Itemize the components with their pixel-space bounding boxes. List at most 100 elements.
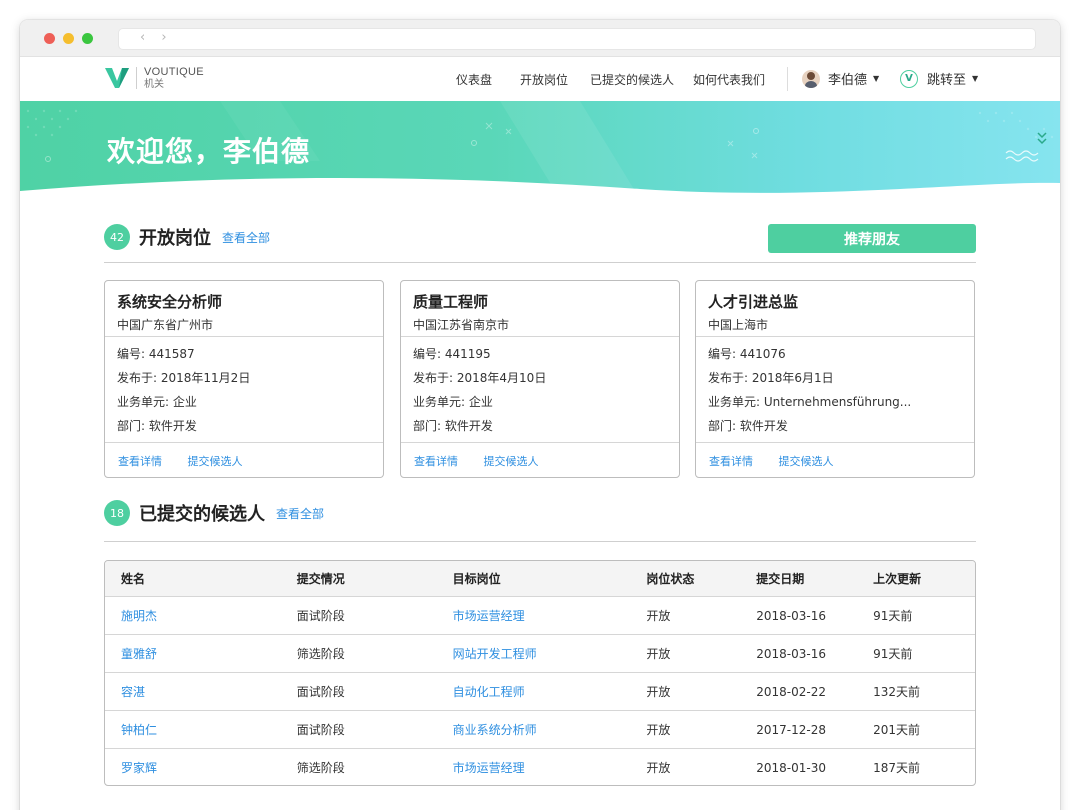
submit-candidate-link[interactable]: 提交候选人 [484,455,539,468]
close-window-button[interactable] [44,33,55,44]
view-details-link[interactable]: 查看详情 [414,455,458,468]
job-card-details: 编号: 441587 发布于: 2018年11月2日 业务单元: 企业 部门: … [105,337,383,443]
job-card-details: 编号: 441195 发布于: 2018年4月10日 业务单元: 企业 部门: … [401,337,679,443]
candidate-name-link[interactable]: 钟柏仁 [105,721,281,738]
job-id: 441195 [444,347,491,361]
table-row: 童雅舒 筛选阶段 网站开发工程师 开放 2018-03-16 91天前 [105,634,975,672]
job-id-row: 编号: 441195 [413,345,667,369]
target-job-link[interactable]: 市场运营经理 [437,607,631,624]
chevron-down-icon: ▼ [873,74,880,83]
job-dept: 软件开发 [739,419,788,433]
welcome-banner: 欢迎您，李伯德 [20,101,1060,199]
user-menu[interactable]: 李伯德 ▼ [802,69,879,88]
job-card: 系统安全分析师 中国广东省广州市 编号: 441587 发布于: 2018年11… [104,280,384,478]
logo-name: VOUTIQUE [144,66,204,78]
job-id-label: 编号: [413,347,442,361]
job-status: 开放 [646,609,671,623]
top-navigation: VOUTIQUE 机关 仪表盘 开放岗位 已提交的候选人 如何代表我们 李伯德 … [20,57,1060,104]
target-job-link[interactable]: 商业系统分析师 [437,721,631,738]
candidates-title: 已提交的候选人 [139,504,265,525]
job-id-row: 编号: 441076 [708,345,962,369]
target-job-link[interactable]: 自动化工程师 [437,683,631,700]
submission-status: 面试阶段 [296,685,345,699]
jump-to-label: 跳转至 [927,73,967,88]
job-id: 441076 [739,347,786,361]
column-header-submit-date[interactable]: 提交日期 [740,570,857,587]
candidate-name-link[interactable]: 罗家辉 [105,759,281,776]
job-date: 2018年4月10日 [456,371,547,385]
job-date-label: 发布于: [708,371,749,385]
job-unit-row: 业务单元: 企业 [117,393,371,417]
job-id: 441587 [148,347,195,361]
job-card: 人才引进总监 中国上海市 编号: 441076 发布于: 2018年6月1日 业… [695,280,975,478]
address-bar[interactable] [118,28,1036,50]
open-jobs-view-all-link[interactable]: 查看全部 [222,229,270,246]
job-status: 开放 [646,647,671,661]
submit-date: 2018-01-30 [756,760,826,775]
submission-status: 面试阶段 [296,723,345,737]
target-job-link[interactable]: 网站开发工程师 [437,645,631,662]
submit-candidate-link[interactable]: 提交候选人 [188,455,243,468]
job-location: 中国江苏省南京市 [413,318,510,332]
column-header-target-job[interactable]: 目标岗位 [437,570,631,587]
job-title: 系统安全分析师 [117,293,223,311]
nav-dashboard[interactable]: 仪表盘 [437,71,511,104]
last-update: 91天前 [873,609,913,623]
view-details-link[interactable]: 查看详情 [709,455,753,468]
user-name: 李伯德 [828,73,868,88]
nav-open-jobs[interactable]: 开放岗位 [520,71,568,88]
voutique-badge-icon: V [900,69,918,88]
job-card-details: 编号: 441076 发布于: 2018年6月1日 业务单元: Unterneh… [696,337,974,443]
open-jobs-count-badge: 42 [104,224,130,250]
candidate-name-link[interactable]: 施明杰 [105,607,281,624]
back-forward-icon[interactable]: ‹ › [140,30,173,45]
job-dept-label: 部门: [117,419,146,433]
job-date-label: 发布于: [117,371,158,385]
banner-wave [20,178,1060,199]
job-date-row: 发布于: 2018年11月2日 [117,369,371,393]
jump-to-menu[interactable]: V 跳转至 ▼ [900,69,978,88]
logo-subname: 机关 [144,79,164,90]
submit-candidate-link[interactable]: 提交候选人 [779,455,834,468]
job-date: 2018年6月1日 [751,371,834,385]
job-date-label: 发布于: [413,371,454,385]
table-row: 施明杰 面试阶段 市场运营经理 开放 2018-03-16 91天前 [105,596,975,634]
table-row: 钟柏仁 面试阶段 商业系统分析师 开放 2017-12-28 201天前 [105,710,975,748]
voutique-logo-icon[interactable] [104,66,130,90]
job-unit-label: 业务单元: [708,395,761,409]
candidates-count-badge: 18 [104,500,130,526]
column-header-name[interactable]: 姓名 [105,570,281,587]
column-header-status[interactable]: 提交情况 [281,570,437,587]
table-row: 容湛 面试阶段 自动化工程师 开放 2018-02-22 132天前 [105,672,975,710]
job-unit: 企业 [468,395,493,409]
refer-friend-button[interactable]: 推荐朋友 [768,224,976,253]
job-card-actions: 查看详情 提交候选人 [401,443,679,469]
job-card-header: 人才引进总监 中国上海市 [696,281,974,337]
column-header-last-update[interactable]: 上次更新 [857,570,975,587]
candidates-view-all-link[interactable]: 查看全部 [276,505,324,522]
job-status: 开放 [646,685,671,699]
section-divider [104,541,976,542]
candidate-name-link[interactable]: 童雅舒 [105,645,281,662]
job-card: 质量工程师 中国江苏省南京市 编号: 441195 发布于: 2018年4月10… [400,280,680,478]
candidate-name-link[interactable]: 容湛 [105,683,281,700]
logo-divider [136,67,137,89]
job-dept-label: 部门: [413,419,442,433]
job-unit-label: 业务单元: [413,395,466,409]
view-details-link[interactable]: 查看详情 [118,455,162,468]
nav-submitted-candidates[interactable]: 已提交的候选人 [590,71,674,88]
job-status: 开放 [646,723,671,737]
nav-how-to-represent[interactable]: 如何代表我们 [693,71,765,88]
job-card-header: 质量工程师 中国江苏省南京市 [401,281,679,337]
browser-window: ‹ › VOUTIQUE 机关 仪表盘 开放岗位 已提交的候选人 如何代表我们 … [20,20,1060,810]
job-card-header: 系统安全分析师 中国广东省广州市 [105,281,383,337]
maximize-window-button[interactable] [82,33,93,44]
job-unit: 企业 [172,395,197,409]
minimize-window-button[interactable] [63,33,74,44]
column-header-job-status[interactable]: 岗位状态 [630,570,740,587]
target-job-link[interactable]: 市场运营经理 [437,759,631,776]
job-dept-label: 部门: [708,419,737,433]
submit-date: 2018-02-22 [756,684,826,699]
submit-date: 2018-03-16 [756,608,826,623]
job-dept: 软件开发 [148,419,197,433]
